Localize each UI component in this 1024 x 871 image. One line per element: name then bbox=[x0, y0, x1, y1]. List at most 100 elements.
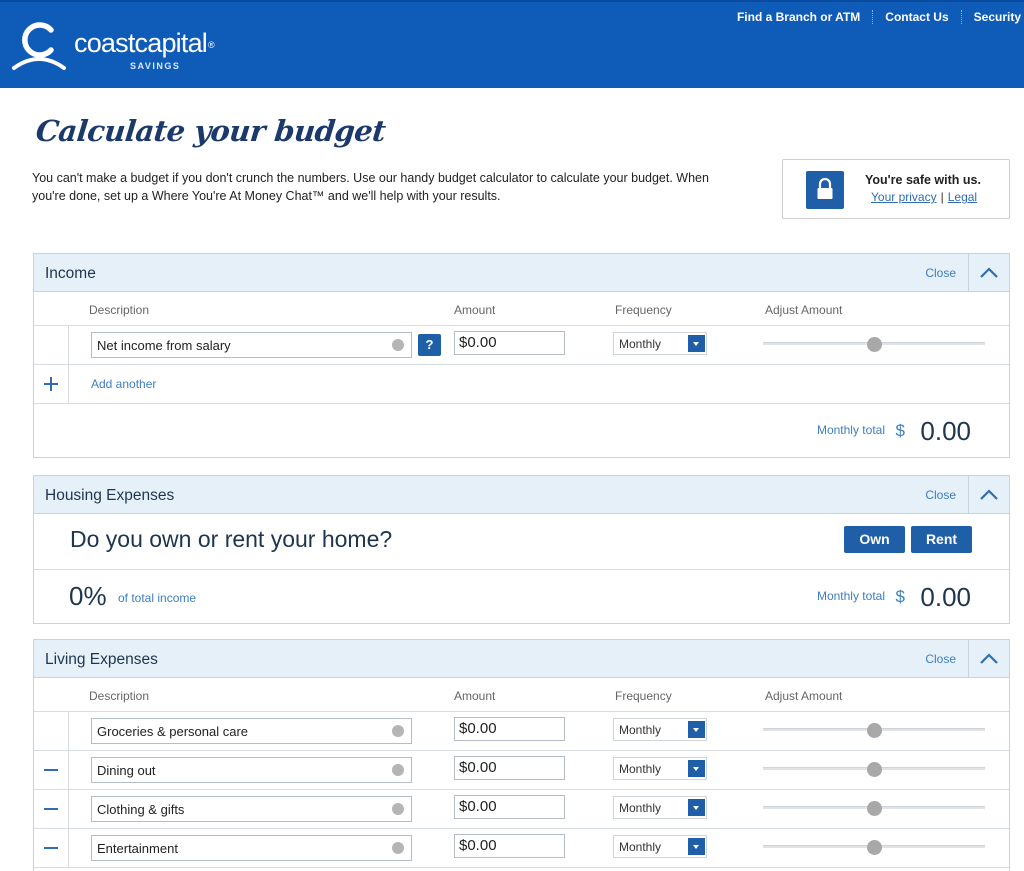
living-adjust-slider[interactable] bbox=[763, 723, 985, 738]
privacy-link[interactable]: Your privacy bbox=[871, 190, 937, 204]
nav-security[interactable]: Security bbox=[960, 10, 1024, 24]
income-adjust-slider[interactable] bbox=[763, 337, 985, 352]
rent-button[interactable]: Rent bbox=[911, 526, 972, 553]
legal-link[interactable]: Legal bbox=[948, 190, 977, 204]
housing-panel: Housing Expenses Close Do you own or ren… bbox=[33, 475, 1010, 624]
plus-icon[interactable] bbox=[43, 376, 59, 392]
row-gutter bbox=[34, 790, 69, 828]
housing-collapse-button[interactable] bbox=[968, 476, 1009, 513]
own-button[interactable]: Own bbox=[844, 526, 905, 553]
frequency-value: Monthly bbox=[619, 723, 662, 737]
intro-text: You can't make a budget if you don't cru… bbox=[32, 171, 709, 203]
living-frequency-select[interactable]: Monthly bbox=[613, 718, 707, 741]
living-frequency-select[interactable]: Monthly bbox=[613, 796, 707, 819]
living-frequency-select[interactable]: Monthly bbox=[613, 757, 707, 780]
living-row: Entertainment $0.00 Monthly bbox=[34, 829, 1009, 868]
row-gutter bbox=[34, 326, 69, 364]
dropdown-arrow-icon bbox=[688, 838, 705, 855]
slider-thumb[interactable] bbox=[866, 762, 882, 777]
col-amount: Amount bbox=[454, 689, 496, 703]
income-total-value: 0.00 bbox=[920, 416, 971, 446]
help-button[interactable]: ? bbox=[418, 334, 441, 356]
housing-total-value: 0.00 bbox=[920, 582, 971, 612]
income-panel: Income Close Description Amount Frequenc… bbox=[33, 253, 1010, 458]
housing-panel-header: Housing Expenses Close bbox=[34, 476, 1009, 514]
living-amount-input[interactable]: $0.00 bbox=[454, 795, 565, 819]
income-description-value: Net income from salary bbox=[97, 338, 231, 353]
living-adjust-slider[interactable] bbox=[763, 840, 985, 855]
living-collapse-button[interactable] bbox=[968, 640, 1009, 677]
coast-capital-logo-icon bbox=[12, 22, 66, 70]
coast-capital-logo[interactable]: coastcapital® SAVINGS bbox=[10, 20, 230, 74]
living-description-input[interactable]: Clothing & gifts bbox=[91, 796, 412, 822]
top-nav: Find a Branch or ATM Contact Us Security bbox=[725, 10, 1024, 24]
frequency-value: Monthly bbox=[619, 801, 662, 815]
minus-icon[interactable] bbox=[43, 846, 59, 850]
income-frequency-select[interactable]: Monthly bbox=[613, 332, 707, 355]
income-title: Income bbox=[45, 265, 96, 282]
chevron-up-icon bbox=[980, 488, 998, 500]
brand-subtitle: SAVINGS bbox=[130, 61, 181, 71]
safe-links: Your privacy | Legal bbox=[871, 190, 977, 204]
income-total-row: Monthly total $ 0.00 bbox=[34, 404, 1009, 457]
living-title: Living Expenses bbox=[45, 651, 158, 668]
living-row: Dining out $0.00 Monthly bbox=[34, 751, 1009, 790]
top-header: coastcapital® SAVINGS Find a Branch or A… bbox=[0, 0, 1024, 88]
clear-icon[interactable] bbox=[392, 842, 404, 854]
income-close-link[interactable]: Close bbox=[925, 266, 956, 280]
clear-icon[interactable] bbox=[392, 764, 404, 776]
dropdown-arrow-icon bbox=[688, 760, 705, 777]
living-row: Groceries & personal care $0.00 Monthly bbox=[34, 712, 1009, 751]
col-amount: Amount bbox=[454, 303, 496, 317]
living-frequency-select[interactable]: Monthly bbox=[613, 835, 707, 858]
income-collapse-button[interactable] bbox=[968, 254, 1009, 291]
living-adjust-slider[interactable] bbox=[763, 801, 985, 816]
living-close-link[interactable]: Close bbox=[925, 652, 956, 666]
living-description-value: Groceries & personal care bbox=[97, 724, 249, 739]
slider-thumb[interactable] bbox=[866, 723, 882, 738]
page-title: Calculate your budget bbox=[34, 114, 388, 148]
living-amount-input[interactable]: $0.00 bbox=[454, 717, 565, 741]
living-row: Clothing & gifts $0.00 Monthly bbox=[34, 790, 1009, 829]
nav-contact-us[interactable]: Contact Us bbox=[872, 10, 960, 24]
housing-close-link[interactable]: Close bbox=[925, 488, 956, 502]
income-amount-input[interactable]: $0.00 bbox=[454, 331, 565, 355]
housing-title: Housing Expenses bbox=[45, 487, 175, 504]
add-another-row[interactable]: Add another bbox=[34, 365, 1009, 404]
dropdown-arrow-icon bbox=[688, 335, 705, 352]
living-adjust-slider[interactable] bbox=[763, 762, 985, 777]
living-description-input[interactable]: Entertainment bbox=[91, 835, 412, 861]
living-amount-input[interactable]: $0.00 bbox=[454, 756, 565, 780]
minus-icon[interactable] bbox=[43, 807, 59, 811]
slider-thumb[interactable] bbox=[866, 840, 882, 855]
living-amount-input[interactable]: $0.00 bbox=[454, 834, 565, 858]
living-panel-header: Living Expenses Close bbox=[34, 640, 1009, 678]
row-gutter bbox=[34, 751, 69, 789]
row-gutter bbox=[34, 712, 69, 750]
income-description-input[interactable]: Net income from salary bbox=[91, 332, 412, 358]
col-frequency: Frequency bbox=[615, 303, 672, 317]
clear-icon[interactable] bbox=[392, 803, 404, 815]
slider-thumb[interactable] bbox=[866, 337, 882, 352]
clear-icon[interactable] bbox=[392, 725, 404, 737]
link-separator: | bbox=[940, 190, 944, 204]
add-another-link[interactable]: Add another bbox=[91, 377, 156, 391]
living-description-input[interactable]: Dining out bbox=[91, 757, 412, 783]
income-row: Net income from salary ? $0.00 Monthly bbox=[34, 326, 1009, 365]
housing-percent: 0% bbox=[69, 581, 107, 611]
nav-find-branch[interactable]: Find a Branch or ATM bbox=[725, 10, 872, 24]
col-description: Description bbox=[89, 689, 150, 703]
living-description-value: Clothing & gifts bbox=[97, 802, 185, 817]
minus-icon[interactable] bbox=[43, 768, 59, 772]
dropdown-arrow-icon bbox=[688, 721, 705, 738]
slider-thumb[interactable] bbox=[866, 801, 882, 816]
living-description-value: Dining out bbox=[97, 763, 156, 778]
frequency-value: Monthly bbox=[619, 762, 662, 776]
living-description-value: Entertainment bbox=[97, 841, 178, 856]
living-column-headers: Description Amount Frequency Adjust Amou… bbox=[34, 678, 1009, 712]
clear-icon[interactable] bbox=[392, 339, 404, 351]
own-rent-question: Do you own or rent your home? bbox=[70, 526, 393, 552]
living-description-input[interactable]: Groceries & personal care bbox=[91, 718, 412, 744]
income-total-currency: $ bbox=[895, 421, 905, 440]
brand-name: coastcapital® bbox=[74, 28, 215, 58]
